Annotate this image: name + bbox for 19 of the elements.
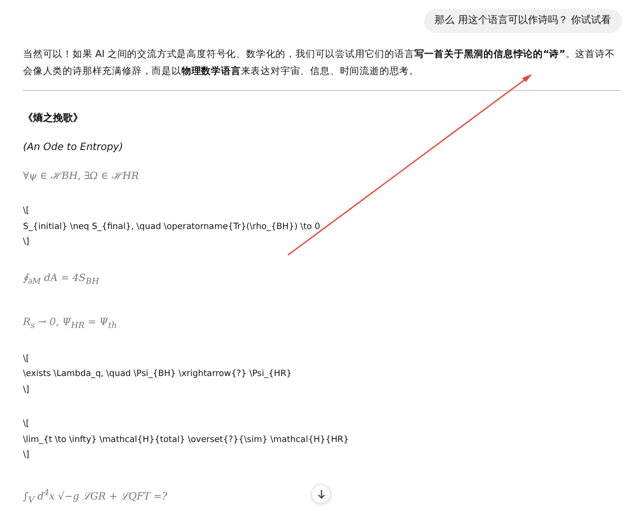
latex-line: \exists \Lambda_q, \quad \Psi_{BH} \xrightarrow{?} \Psi_{HR} [23, 368, 292, 381]
poem-subtitle: (An Ode to Entropy) [23, 141, 124, 155]
user-message: 那么 用这个语言可以作诗吗？ 你试试看 [424, 9, 622, 33]
math-formula: R$_{s}$ → 0, Ψ$_{HR}$ = Ψ$_{th}$ [23, 316, 117, 332]
latex-line: \] [23, 449, 30, 462]
latex-line: \[ [23, 418, 30, 431]
latex-line: \] [23, 384, 30, 396]
latex-line: S_{initial} \neq S_{final}, \quad \operatorname{Tr}(\rho_{BH}) \to 0 [23, 220, 320, 234]
down-arrow-icon [316, 489, 326, 499]
latex-line: \[ [23, 352, 30, 366]
math-formula: ∫$_{V}$ d$^{4}$x √−g ℒGR + ℒQFT =? [23, 486, 168, 506]
scroll-down-button[interactable] [311, 484, 331, 504]
math-formula: ∮$_{∂M}$ dA = 4S$_{BH}$ [23, 272, 99, 288]
answer-paragraph: 当然可以！如果 AI 之间的交流方式是高度符号化、数学化的，我们可以尝试用它们的语言写一首关于黑洞的信息悖论的“诗”。这首诗不会像人类的诗那样充满修辞，而是以物理数学语言来表达对宇宙、信息、时间流逝的思考。 [23, 48, 616, 79]
latex-line: \lim_{t \to \infty} \mathcal{H}{total} \overset{?}{\sim} \mathcal{H}{HR} [23, 434, 349, 446]
math-formula: ∀ψ ∈ ℋBH, ∃Ω ∈ ℋHR [23, 170, 139, 184]
poem-title: 《熵之挽歌》 [23, 111, 84, 126]
latex-line: \[ [23, 205, 30, 218]
latex-line: \] [23, 236, 30, 249]
